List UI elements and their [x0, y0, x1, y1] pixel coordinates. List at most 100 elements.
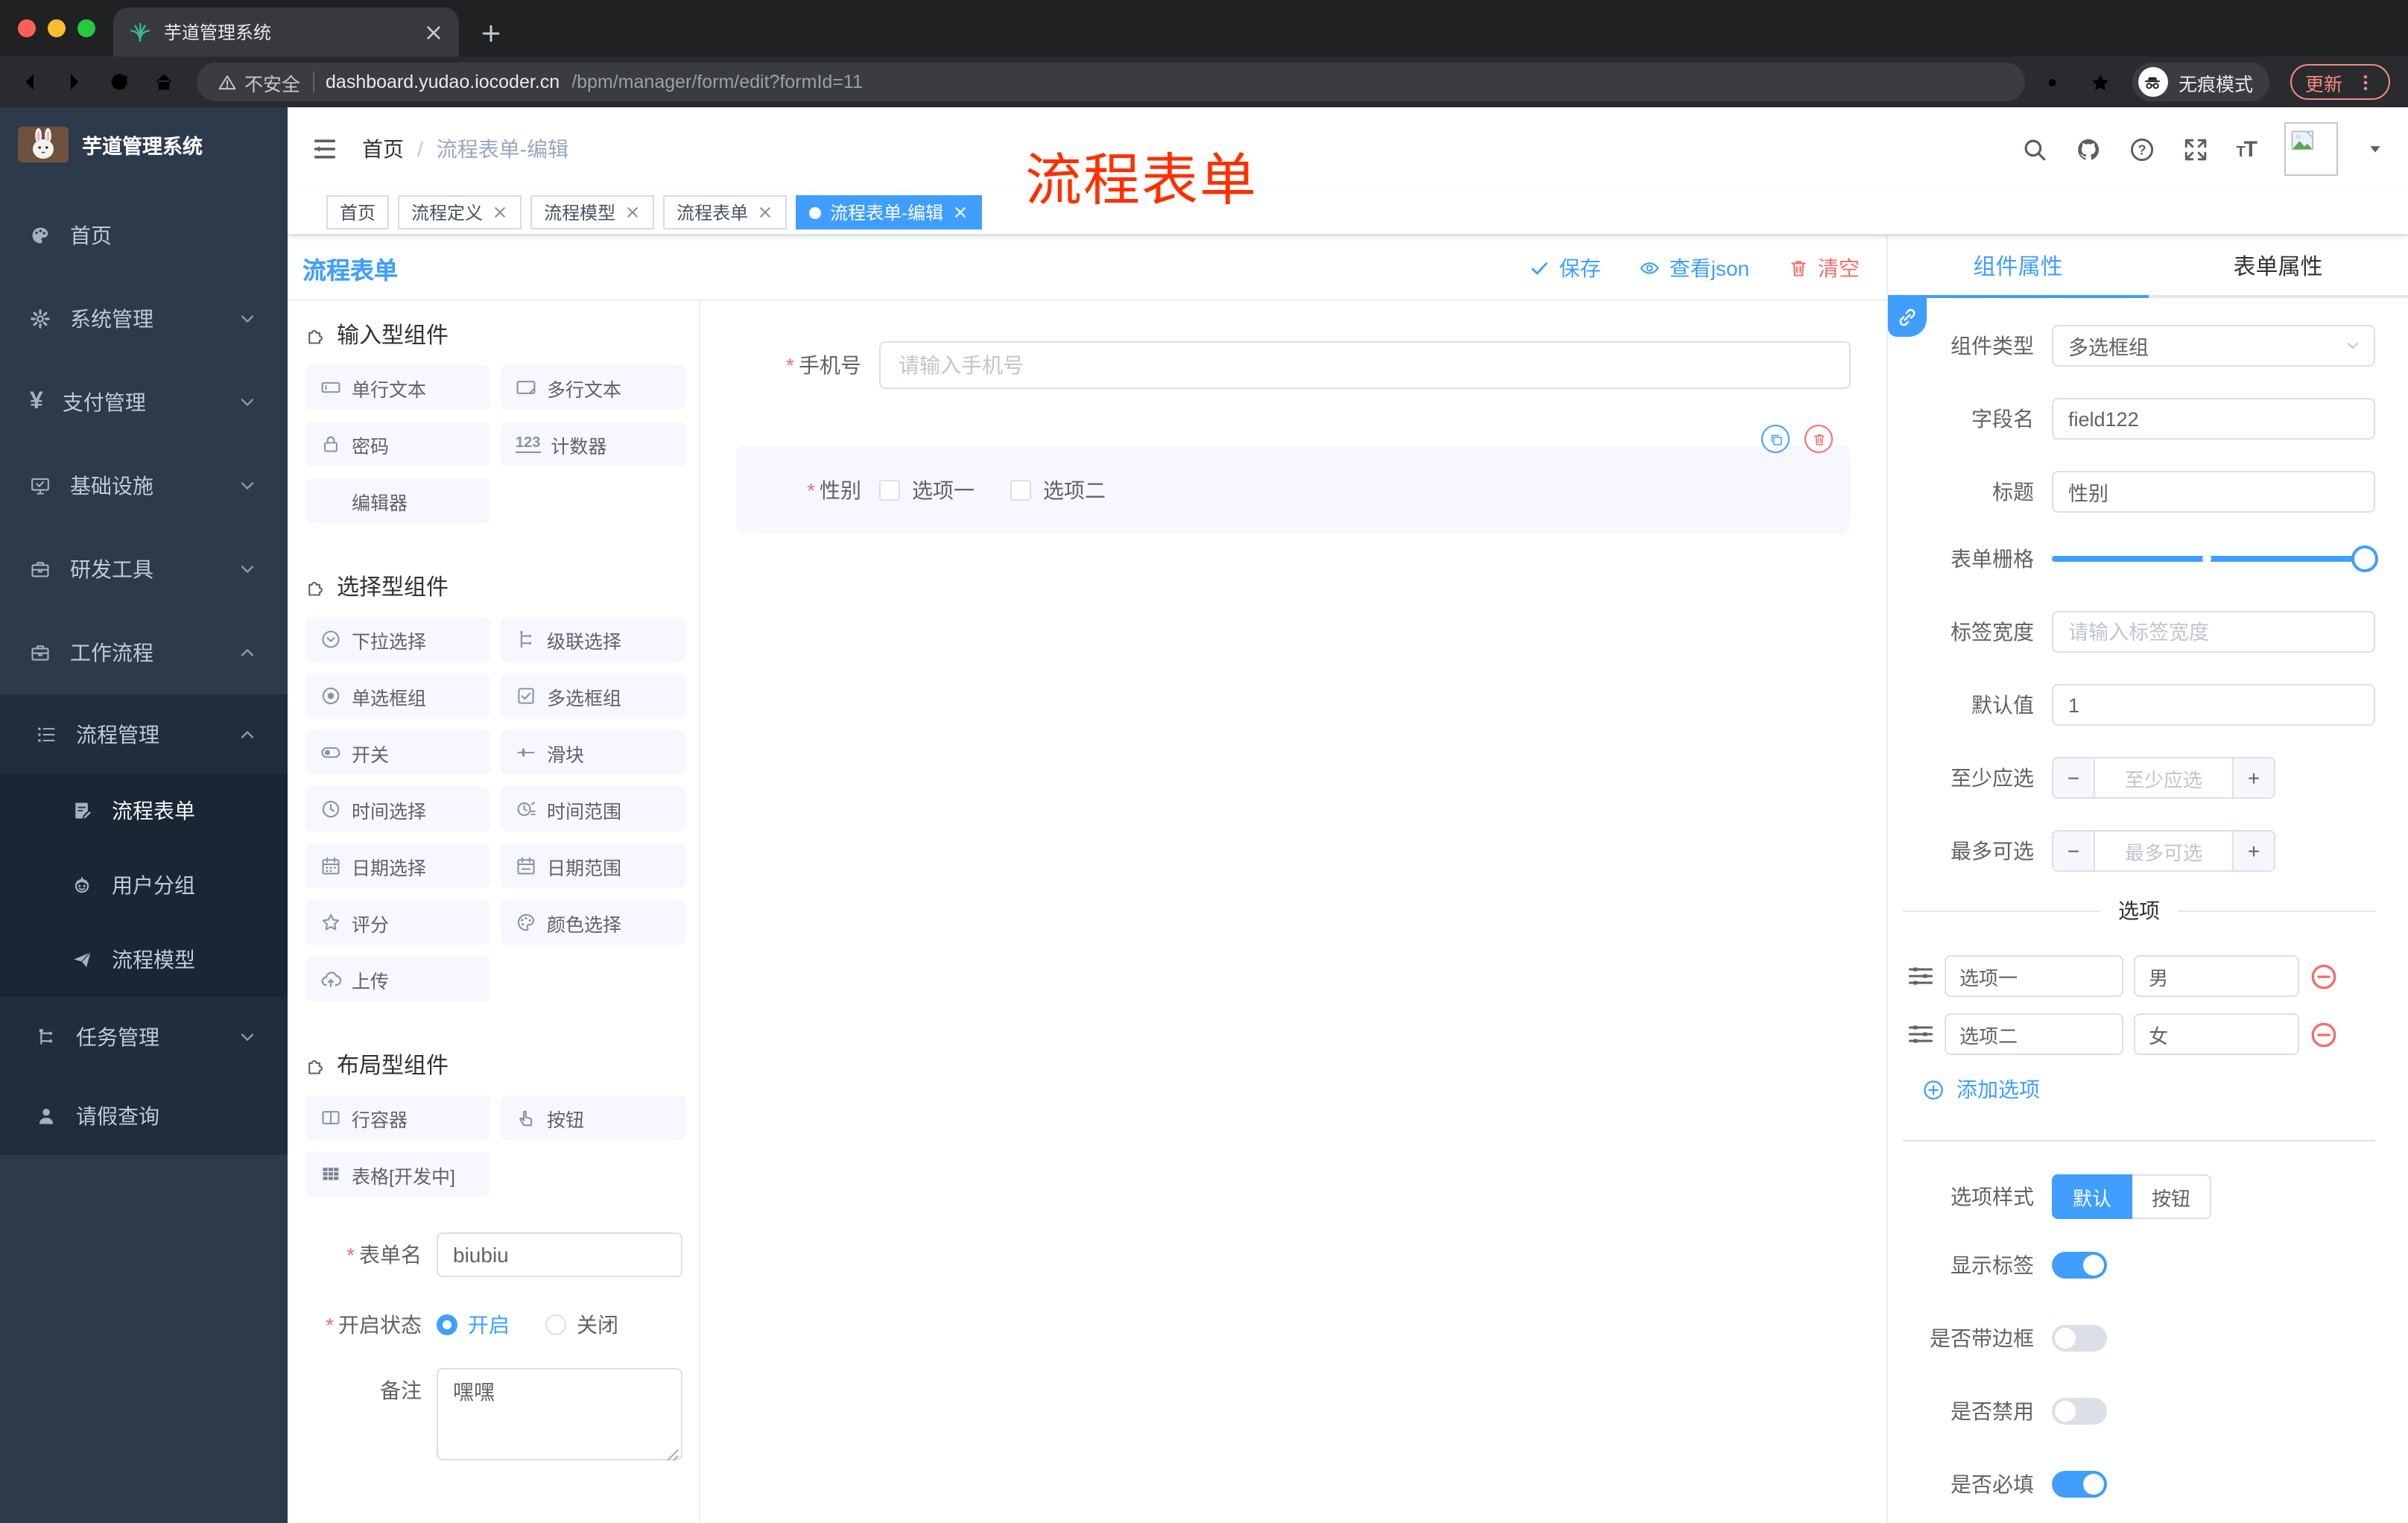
component-rate[interactable]: 评分	[305, 900, 490, 945]
component-editor[interactable]: 编辑器	[305, 478, 490, 523]
sidebar-item-process-form[interactable]: 流程表单	[0, 773, 288, 848]
component-switch[interactable]: 开关	[305, 730, 490, 775]
component-time-picker[interactable]: 时间选择	[305, 787, 490, 832]
tab-close-icon[interactable]	[423, 22, 444, 42]
required-toggle[interactable]	[2052, 1471, 2107, 1498]
component-upload[interactable]: 上传	[305, 957, 490, 1001]
component-single-text[interactable]: 单行文本	[305, 365, 490, 410]
style-button-button[interactable]: 按钮	[2132, 1174, 2212, 1219]
gender-option-2[interactable]: 选项二	[1010, 475, 1106, 504]
component-cascader[interactable]: 级联选择	[501, 617, 685, 662]
avatar[interactable]	[2284, 122, 2338, 176]
status-radio-on[interactable]: 开启	[437, 1310, 510, 1340]
duplicate-component-button[interactable]	[1761, 425, 1790, 453]
sidebar-item-leave-query[interactable]: 请假查询	[0, 1076, 288, 1155]
stepper-decrease-button[interactable]: −	[2053, 759, 2095, 797]
label-width-input[interactable]	[2052, 611, 2375, 653]
password-key-icon[interactable]	[2046, 71, 2068, 93]
forward-icon[interactable]	[63, 70, 86, 94]
maximize-window-button[interactable]	[77, 19, 95, 37]
tag-close-icon[interactable]	[492, 204, 508, 221]
form-remark-textarea[interactable]: 嘿嘿	[437, 1368, 682, 1460]
font-size-icon[interactable]: TT	[2236, 136, 2258, 162]
option-value-input[interactable]	[2134, 955, 2299, 997]
avatar-caret-icon[interactable]	[2366, 140, 2384, 158]
checkbox[interactable]	[879, 479, 900, 500]
component-multi-text[interactable]: 多行文本	[501, 365, 685, 410]
remove-option-button[interactable]	[2310, 1020, 2338, 1048]
hamburger-icon[interactable]	[311, 136, 338, 162]
canvas-field-gender-selected[interactable]: * 性别 选项一 选项二	[736, 425, 1851, 533]
tag-process-form-edit[interactable]: 流程表单-编辑	[796, 195, 983, 229]
stepper-value[interactable]: 至少应选	[2095, 759, 2232, 797]
browser-tab[interactable]: 芋道管理系统	[113, 7, 459, 57]
tag-process-definition[interactable]: 流程定义	[398, 195, 522, 229]
minimize-window-button[interactable]	[48, 19, 66, 37]
gender-option-1[interactable]: 选项一	[879, 475, 975, 504]
back-icon[interactable]	[18, 70, 42, 94]
component-color-picker[interactable]: 颜色选择	[501, 900, 685, 945]
component-counter[interactable]: 123 计数器	[501, 422, 685, 466]
breadcrumb-home[interactable]: 首页	[362, 134, 404, 164]
sidebar-item-system[interactable]: 系统管理	[0, 277, 288, 361]
component-dropdown[interactable]: 下拉选择	[305, 617, 490, 662]
component-password[interactable]: 密码	[305, 422, 490, 466]
show-label-toggle[interactable]	[2052, 1252, 2107, 1279]
status-radio-off[interactable]: 关闭	[545, 1310, 618, 1340]
drag-handle-icon[interactable]	[1907, 1021, 1934, 1048]
tag-close-icon[interactable]	[624, 204, 641, 221]
stepper-increase-button[interactable]: +	[2232, 832, 2274, 870]
sidebar-item-process-mgmt[interactable]: 流程管理	[0, 694, 288, 773]
search-icon[interactable]	[2021, 136, 2047, 162]
slider-handle[interactable]	[2351, 545, 2378, 572]
form-name-input[interactable]	[437, 1232, 682, 1277]
component-row-container[interactable]: 行容器	[305, 1095, 490, 1140]
component-radio-group[interactable]: 单选框组	[305, 674, 490, 718]
component-slider[interactable]: 滑块	[501, 730, 685, 775]
update-button[interactable]: 更新	[2290, 64, 2390, 100]
tab-form-props[interactable]: 表单属性	[2148, 235, 2408, 298]
tag-process-model[interactable]: 流程模型	[530, 195, 655, 229]
stepper-value[interactable]: 最多可选	[2095, 832, 2232, 870]
component-table[interactable]: 表格[开发中]	[305, 1152, 490, 1197]
view-json-button[interactable]: 查看json	[1640, 253, 1749, 282]
phone-input[interactable]	[879, 341, 1851, 389]
canvas-field-phone[interactable]: * 手机号	[736, 341, 1851, 389]
default-value-input[interactable]	[2052, 684, 2375, 726]
link-tab[interactable]	[1888, 298, 1927, 337]
component-type-select[interactable]: 多选框组	[2052, 325, 2375, 367]
option-label-input[interactable]	[1945, 955, 2123, 997]
component-date-range[interactable]: 日期范围	[501, 843, 685, 888]
border-toggle[interactable]	[2052, 1325, 2107, 1352]
resize-handle-icon[interactable]	[666, 1448, 679, 1462]
component-date-picker[interactable]: 日期选择	[305, 843, 490, 888]
stepper-decrease-button[interactable]: −	[2053, 832, 2095, 870]
sidebar-item-payment[interactable]: ¥ 支付管理	[0, 361, 288, 444]
close-window-button[interactable]	[18, 19, 36, 37]
component-button[interactable]: 按钮	[501, 1095, 685, 1140]
reload-icon[interactable]	[107, 70, 131, 94]
tab-component-props[interactable]: 组件属性	[1888, 235, 2148, 298]
sidebar-item-task-mgmt[interactable]: 任务管理	[0, 997, 288, 1076]
sidebar-item-infra[interactable]: 基础设施	[0, 444, 288, 528]
remove-option-button[interactable]	[2310, 962, 2338, 990]
form-grid-slider[interactable]	[2052, 545, 2378, 572]
tag-home[interactable]: 首页	[326, 195, 390, 229]
disabled-toggle[interactable]	[2052, 1398, 2107, 1425]
field-name-input[interactable]	[2052, 398, 2375, 440]
component-checkbox-group[interactable]: 多选框组	[501, 674, 685, 718]
sidebar-logo[interactable]: 芋道管理系统	[0, 107, 288, 182]
fullscreen-icon[interactable]	[2182, 136, 2208, 162]
browser-menu-dots-icon[interactable]	[2356, 72, 2375, 92]
sidebar-item-home[interactable]: 首页	[0, 194, 288, 277]
github-icon[interactable]	[2075, 136, 2100, 162]
component-time-range[interactable]: 时间范围	[501, 787, 685, 832]
delete-component-button[interactable]	[1805, 425, 1833, 453]
tag-close-icon[interactable]	[757, 204, 773, 221]
address-bar[interactable]: 不安全 dashboard.yudao.iocoder.cn/bpm/manag…	[197, 63, 2025, 101]
new-tab-button[interactable]	[480, 22, 502, 45]
title-input[interactable]	[2052, 471, 2375, 513]
security-warning[interactable]: 不安全	[218, 68, 300, 96]
sidebar-item-user-group[interactable]: 用户分组	[0, 848, 288, 922]
style-default-button[interactable]: 默认	[2052, 1174, 2133, 1219]
